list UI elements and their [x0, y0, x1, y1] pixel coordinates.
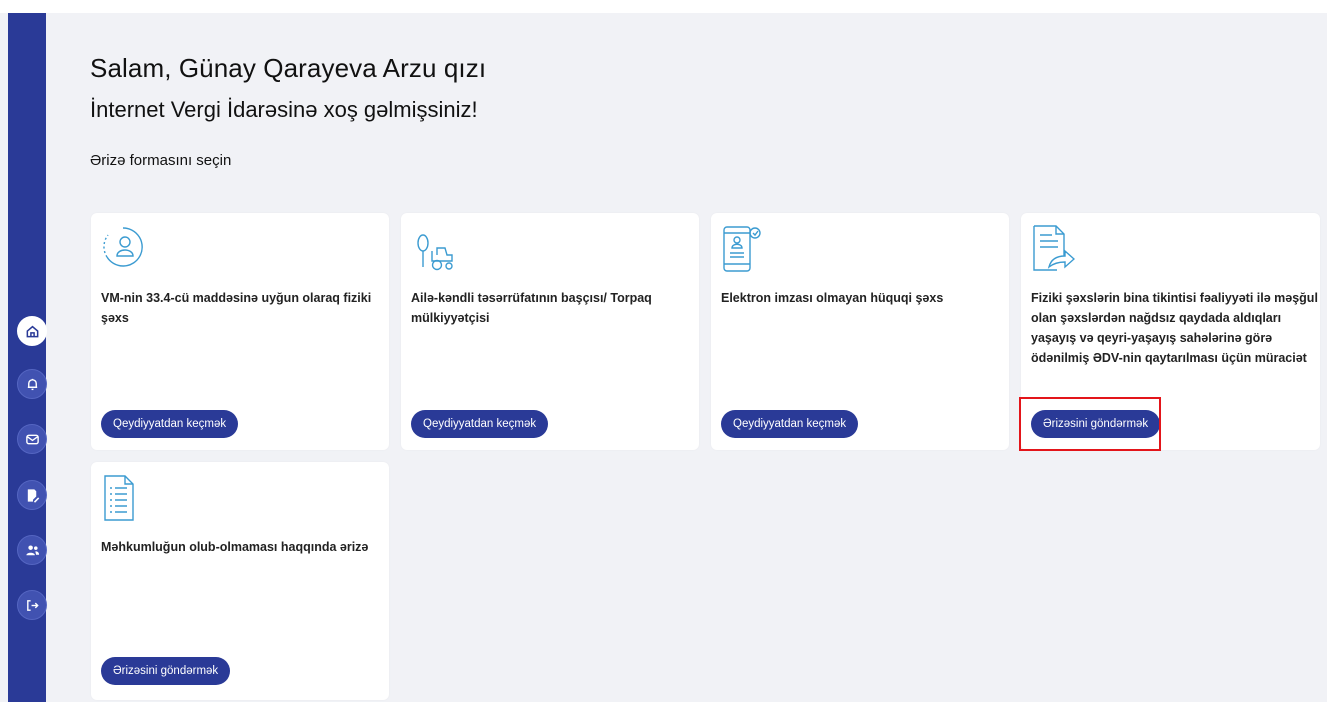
register-button[interactable]: Qeydiyyatdan keçmək	[721, 410, 859, 438]
mail-icon[interactable]	[17, 424, 47, 454]
section-label: Ərizə formasını seçin	[90, 152, 232, 169]
register-button[interactable]: Qeydiyyatdan keçmək	[411, 410, 549, 438]
top-strip	[0, 0, 1327, 13]
card-title-line: olan şəxslərdən nağdsız qaydada aldıqlar…	[1031, 311, 1282, 325]
card-title-line: Elektron imzası olmayan hüquqi şəxs	[721, 291, 944, 305]
document-return-icon	[1031, 223, 1076, 273]
application-card-criminal-record[interactable]: Məhkumluğun olub-olmaması haqqında ərizə…	[91, 462, 389, 700]
card-title-line: yaşayış və qeyri-yaşayış sahələrinə görə	[1031, 331, 1273, 345]
application-card-individual[interactable]: VM-nin 33.4-cü maddəsinə uyğun olaraq fi…	[91, 213, 389, 450]
card-title-line: Fiziki şəxslərin bina tikintisi fəaliyyə…	[1031, 291, 1318, 305]
person-icon	[101, 223, 145, 273]
document-list-icon	[101, 472, 145, 522]
application-card-farm[interactable]: Ailə-kəndli təsərrüfatının başçısı/ Torp…	[401, 213, 699, 450]
greeting-title: Salam, Günay Qarayeva Arzu qızı	[90, 53, 487, 83]
card-title-line: şəxs	[101, 311, 129, 325]
send-application-button[interactable]: Ərizəsini göndərmək	[101, 657, 231, 685]
card-title-line: Məhkumluğun olub-olmaması haqqında ərizə	[101, 540, 369, 554]
users-icon[interactable]	[17, 535, 47, 565]
card-title-line: VM-nin 33.4-cü maddəsinə uyğun olaraq fi…	[101, 291, 372, 305]
farm-tractor-icon	[411, 223, 455, 273]
phone-id-icon	[721, 223, 765, 273]
register-button[interactable]: Qeydiyyatdan keçmək	[101, 410, 239, 438]
logout-icon[interactable]	[17, 590, 47, 620]
card-title-line: ödənilmiş ƏDV-nin qaytarılması üçün müra…	[1031, 351, 1307, 365]
sidebar	[8, 13, 47, 702]
welcome-subtitle: İnternet Vergi İdarəsinə xoş gəlmişsiniz…	[90, 97, 478, 122]
bell-icon[interactable]	[17, 369, 47, 399]
document-edit-icon[interactable]	[17, 480, 47, 510]
home-icon[interactable]	[17, 316, 47, 346]
card-title-line: mülkiyyətçisi	[411, 311, 490, 325]
highlight-box	[1019, 397, 1161, 451]
card-title-line: Ailə-kəndli təsərrüfatının başçısı/ Torp…	[411, 291, 652, 305]
application-card-legal-entity[interactable]: Elektron imzası olmayan hüquqi şəxs Qeyd…	[711, 213, 1009, 450]
